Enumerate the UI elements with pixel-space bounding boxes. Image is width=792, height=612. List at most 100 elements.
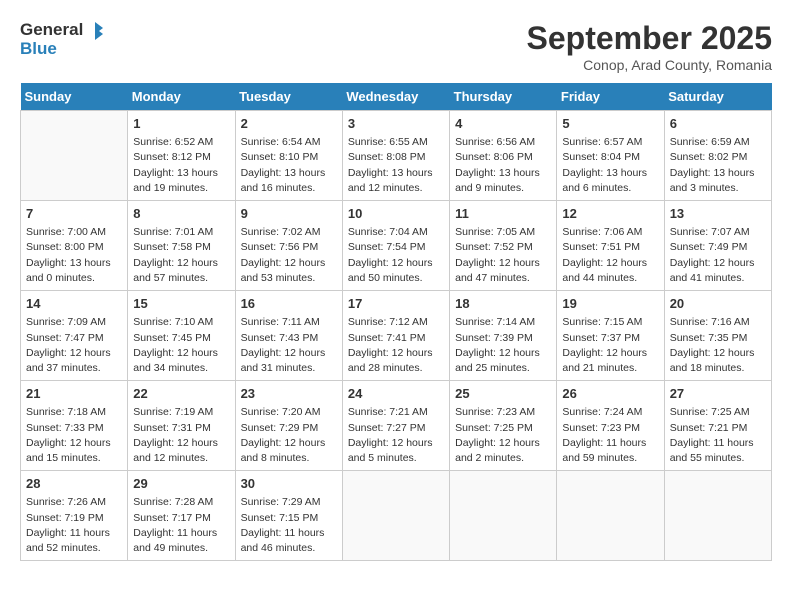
title-section: September 2025 Conop, Arad County, Roman… [527, 20, 772, 73]
day-info: Sunrise: 7:16 AM Sunset: 7:35 PM Dayligh… [670, 315, 766, 376]
day-info: Sunrise: 7:09 AM Sunset: 7:47 PM Dayligh… [26, 315, 122, 376]
weekday-header-tuesday: Tuesday [235, 83, 342, 111]
calendar-cell: 16 Sunrise: 7:11 AM Sunset: 7:43 PM Dayli… [235, 291, 342, 381]
calendar-cell: 17 Sunrise: 7:12 AM Sunset: 7:41 PM Dayli… [342, 291, 449, 381]
day-info: Sunrise: 7:29 AM Sunset: 7:15 PM Dayligh… [241, 495, 337, 556]
page-header: General Blue September 2025 Conop, Arad … [20, 20, 772, 73]
calendar-week-row: 21Sunrise: 7:18 AM Sunset: 7:33 PM Dayli… [21, 381, 772, 471]
day-info: Sunrise: 6:54 AM Sunset: 8:10 PM Dayligh… [241, 135, 337, 196]
logo-container: General Blue [20, 20, 105, 59]
location: Conop, Arad County, Romania [527, 57, 772, 73]
day-number: 11 [455, 205, 551, 223]
calendar-cell: 3Sunrise: 6:55 AM Sunset: 8:08 PM Daylig… [342, 111, 449, 201]
day-number: 8 [133, 205, 229, 223]
calendar-cell [450, 471, 557, 561]
day-number: 3 [348, 115, 444, 133]
calendar-cell: 2 Sunrise: 6:54 AM Sunset: 8:10 PM Daylig… [235, 111, 342, 201]
calendar-cell: 27 Sunrise: 7:25 AM Sunset: 7:21 PM Dayli… [664, 381, 771, 471]
calendar-cell [21, 111, 128, 201]
day-number: 14 [26, 295, 122, 313]
calendar-week-row: 14 Sunrise: 7:09 AM Sunset: 7:47 PM Dayli… [21, 291, 772, 381]
day-info: Sunrise: 7:04 AM Sunset: 7:54 PM Dayligh… [348, 225, 444, 286]
weekday-header-row: SundayMondayTuesdayWednesdayThursdayFrid… [21, 83, 772, 111]
day-number: 30 [241, 475, 337, 493]
calendar-week-row: 1Sunrise: 6:52 AM Sunset: 8:12 PM Daylig… [21, 111, 772, 201]
day-number: 5 [562, 115, 658, 133]
day-number: 28 [26, 475, 122, 493]
day-info: Sunrise: 6:57 AM Sunset: 8:04 PM Dayligh… [562, 135, 658, 196]
calendar-cell: 23 Sunrise: 7:20 AM Sunset: 7:29 PM Dayli… [235, 381, 342, 471]
logo-blue-text: Blue [20, 40, 57, 59]
weekday-header-friday: Friday [557, 83, 664, 111]
day-info: Sunrise: 7:02 AM Sunset: 7:56 PM Dayligh… [241, 225, 337, 286]
calendar-cell: 10 Sunrise: 7:04 AM Sunset: 7:54 PM Dayli… [342, 201, 449, 291]
day-number: 12 [562, 205, 658, 223]
day-number: 9 [241, 205, 337, 223]
day-number: 16 [241, 295, 337, 313]
day-info: Sunrise: 7:28 AM Sunset: 7:17 PM Dayligh… [133, 495, 229, 556]
day-info: Sunrise: 7:14 AM Sunset: 7:39 PM Dayligh… [455, 315, 551, 376]
day-info: Sunrise: 6:59 AM Sunset: 8:02 PM Dayligh… [670, 135, 766, 196]
day-number: 18 [455, 295, 551, 313]
day-number: 25 [455, 385, 551, 403]
day-info: Sunrise: 6:56 AM Sunset: 8:06 PM Dayligh… [455, 135, 551, 196]
calendar-cell: 14 Sunrise: 7:09 AM Sunset: 7:47 PM Dayli… [21, 291, 128, 381]
day-info: Sunrise: 7:20 AM Sunset: 7:29 PM Dayligh… [241, 405, 337, 466]
logo-general-text: General [20, 21, 83, 40]
calendar-cell [557, 471, 664, 561]
weekday-header-thursday: Thursday [450, 83, 557, 111]
weekday-header-sunday: Sunday [21, 83, 128, 111]
day-info: Sunrise: 7:15 AM Sunset: 7:37 PM Dayligh… [562, 315, 658, 376]
calendar-cell: 6Sunrise: 6:59 AM Sunset: 8:02 PM Daylig… [664, 111, 771, 201]
day-number: 23 [241, 385, 337, 403]
day-info: Sunrise: 7:05 AM Sunset: 7:52 PM Dayligh… [455, 225, 551, 286]
day-number: 7 [26, 205, 122, 223]
day-info: Sunrise: 7:00 AM Sunset: 8:00 PM Dayligh… [26, 225, 122, 286]
day-number: 27 [670, 385, 766, 403]
logo: General Blue [20, 20, 105, 59]
day-info: Sunrise: 7:19 AM Sunset: 7:31 PM Dayligh… [133, 405, 229, 466]
day-number: 21 [26, 385, 122, 403]
day-info: Sunrise: 7:11 AM Sunset: 7:43 PM Dayligh… [241, 315, 337, 376]
calendar-cell: 22 Sunrise: 7:19 AM Sunset: 7:31 PM Dayli… [128, 381, 235, 471]
month-title: September 2025 [527, 20, 772, 57]
calendar-cell: 13 Sunrise: 7:07 AM Sunset: 7:49 PM Dayli… [664, 201, 771, 291]
calendar-week-row: 28 Sunrise: 7:26 AM Sunset: 7:19 PM Dayli… [21, 471, 772, 561]
calendar-cell: 11 Sunrise: 7:05 AM Sunset: 7:52 PM Dayli… [450, 201, 557, 291]
day-info: Sunrise: 7:23 AM Sunset: 7:25 PM Dayligh… [455, 405, 551, 466]
weekday-header-wednesday: Wednesday [342, 83, 449, 111]
day-info: Sunrise: 7:07 AM Sunset: 7:49 PM Dayligh… [670, 225, 766, 286]
day-number: 2 [241, 115, 337, 133]
calendar-cell: 19Sunrise: 7:15 AM Sunset: 7:37 PM Dayli… [557, 291, 664, 381]
calendar-cell: 15 Sunrise: 7:10 AM Sunset: 7:45 PM Dayli… [128, 291, 235, 381]
calendar-week-row: 7 Sunrise: 7:00 AM Sunset: 8:00 PM Daylig… [21, 201, 772, 291]
day-number: 17 [348, 295, 444, 313]
day-number: 13 [670, 205, 766, 223]
day-number: 22 [133, 385, 229, 403]
calendar-cell: 4Sunrise: 6:56 AM Sunset: 8:06 PM Daylig… [450, 111, 557, 201]
day-info: Sunrise: 7:26 AM Sunset: 7:19 PM Dayligh… [26, 495, 122, 556]
day-number: 29 [133, 475, 229, 493]
calendar-cell: 30 Sunrise: 7:29 AM Sunset: 7:15 PM Dayli… [235, 471, 342, 561]
day-info: Sunrise: 7:10 AM Sunset: 7:45 PM Dayligh… [133, 315, 229, 376]
calendar-table: SundayMondayTuesdayWednesdayThursdayFrid… [20, 83, 772, 561]
day-number: 24 [348, 385, 444, 403]
calendar-cell: 20 Sunrise: 7:16 AM Sunset: 7:35 PM Dayli… [664, 291, 771, 381]
day-info: Sunrise: 6:52 AM Sunset: 8:12 PM Dayligh… [133, 135, 229, 196]
calendar-cell: 28 Sunrise: 7:26 AM Sunset: 7:19 PM Dayli… [21, 471, 128, 561]
calendar-cell: 7 Sunrise: 7:00 AM Sunset: 8:00 PM Daylig… [21, 201, 128, 291]
day-number: 20 [670, 295, 766, 313]
calendar-cell [664, 471, 771, 561]
day-number: 15 [133, 295, 229, 313]
calendar-cell: 29 Sunrise: 7:28 AM Sunset: 7:17 PM Dayli… [128, 471, 235, 561]
calendar-cell: 26Sunrise: 7:24 AM Sunset: 7:23 PM Dayli… [557, 381, 664, 471]
day-info: Sunrise: 7:12 AM Sunset: 7:41 PM Dayligh… [348, 315, 444, 376]
day-info: Sunrise: 7:25 AM Sunset: 7:21 PM Dayligh… [670, 405, 766, 466]
weekday-header-monday: Monday [128, 83, 235, 111]
calendar-cell: 5 Sunrise: 6:57 AM Sunset: 8:04 PM Daylig… [557, 111, 664, 201]
calendar-cell [342, 471, 449, 561]
day-info: Sunrise: 7:01 AM Sunset: 7:58 PM Dayligh… [133, 225, 229, 286]
weekday-header-saturday: Saturday [664, 83, 771, 111]
day-number: 10 [348, 205, 444, 223]
calendar-cell: 12Sunrise: 7:06 AM Sunset: 7:51 PM Dayli… [557, 201, 664, 291]
